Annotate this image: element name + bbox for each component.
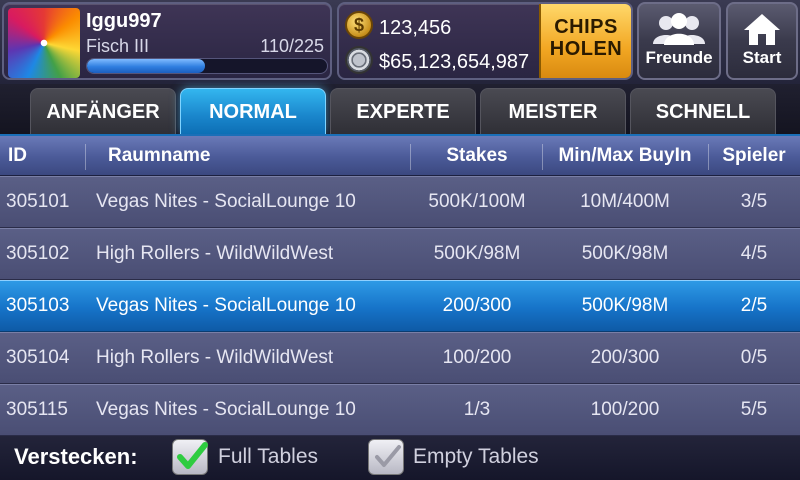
room-stakes: 200/300 xyxy=(442,295,512,316)
column-header-id[interactable]: ID xyxy=(8,136,27,176)
column-divider xyxy=(708,144,709,170)
column-header-stakes[interactable]: Stakes xyxy=(412,136,542,176)
hide-label: Verstecken: xyxy=(14,444,138,469)
room-players: 3/5 xyxy=(740,191,768,212)
filter-bar: Verstecken: Full Tables Empty Tables xyxy=(0,436,800,480)
room-players: 0/5 xyxy=(740,347,768,368)
room-buyin: 500K/98M xyxy=(581,243,669,264)
avatar[interactable] xyxy=(8,8,80,78)
room-stakes: 100/200 xyxy=(442,347,512,368)
tab-schnell[interactable]: SCHNELL xyxy=(630,88,776,134)
tab-meister[interactable]: MEISTER xyxy=(480,88,626,134)
empty-tables-checkbox[interactable] xyxy=(368,439,404,475)
empty-tables-label[interactable]: Empty Tables xyxy=(413,445,539,469)
column-header-buyin[interactable]: Min/Max BuyIn xyxy=(545,136,705,176)
column-divider xyxy=(410,144,411,170)
room-name: High Rollers - WildWildWest xyxy=(96,243,334,264)
get-chips-button[interactable]: CHIPS HOLEN xyxy=(539,4,631,78)
room-buyin: 100/200 xyxy=(590,399,660,420)
tab-anfaenger[interactable]: ANFÄNGER xyxy=(30,88,176,134)
friends-icon xyxy=(653,13,705,45)
coin-symbol: $ xyxy=(353,15,364,35)
poker-chip-icon xyxy=(345,46,373,74)
room-players: 2/5 xyxy=(740,295,768,316)
table-header: ID Raumname Stakes Min/Max BuyIn Spieler xyxy=(0,134,800,176)
tab-experte[interactable]: EXPERTE xyxy=(330,88,476,134)
room-name: Vegas Nites - SocialLounge 10 xyxy=(96,295,356,316)
room-name: High Rollers - WildWildWest xyxy=(96,347,334,368)
table-row-selected[interactable]: 305103 Vegas Nites - SocialLounge 10 200… xyxy=(0,280,800,332)
friends-button[interactable]: Freunde xyxy=(637,2,721,80)
room-stakes: 1/3 xyxy=(463,399,491,420)
xp-progress-bar xyxy=(86,58,328,74)
room-stakes: 500K/100M xyxy=(428,191,526,212)
top-bar: Iggu997 Fisch III 110/225 $ 123,456 $65,… xyxy=(0,0,800,84)
table-row[interactable]: 305101 Vegas Nites - SocialLounge 10 500… xyxy=(0,176,800,228)
column-header-players[interactable]: Spieler xyxy=(710,136,798,176)
checkmark-icon xyxy=(375,445,401,467)
start-button[interactable]: Start xyxy=(726,2,798,80)
get-chips-label-line2: HOLEN xyxy=(549,38,623,60)
room-name: Vegas Nites - SocialLounge 10 xyxy=(96,399,356,420)
table-row[interactable]: 305104 High Rollers - WildWildWest 100/2… xyxy=(0,332,800,384)
column-divider xyxy=(85,144,86,170)
column-header-room-name[interactable]: Raumname xyxy=(108,136,210,176)
room-stakes: 500K/98M xyxy=(433,243,521,264)
start-label: Start xyxy=(742,48,782,67)
room-buyin: 10M/400M xyxy=(580,191,670,212)
friends-label: Freunde xyxy=(645,48,713,67)
home-icon xyxy=(744,14,780,45)
username: Iggu997 xyxy=(86,10,162,32)
xp-text: 110/225 xyxy=(260,36,324,56)
cash-amount: $65,123,654,987 xyxy=(379,51,530,73)
room-players: 5/5 xyxy=(740,399,768,420)
room-list: 305101 Vegas Nites - SocialLounge 10 500… xyxy=(0,176,800,436)
room-buyin: 200/300 xyxy=(590,347,660,368)
room-id: 305104 xyxy=(6,347,70,368)
table-row[interactable]: 305115 Vegas Nites - SocialLounge 10 1/3… xyxy=(0,384,800,436)
gold-coin-icon: $ xyxy=(345,11,373,39)
tab-normal[interactable]: NORMAL xyxy=(180,88,326,134)
difficulty-tabs: ANFÄNGER NORMAL EXPERTE MEISTER SCHNELL xyxy=(0,84,800,134)
get-chips-label-line1: CHIPS xyxy=(554,16,618,38)
room-id: 305102 xyxy=(6,243,70,264)
full-tables-checkbox[interactable] xyxy=(172,439,208,475)
chips-amount: 123,456 xyxy=(379,17,452,39)
room-id: 305101 xyxy=(6,191,70,212)
full-tables-label[interactable]: Full Tables xyxy=(218,445,318,469)
column-divider xyxy=(542,144,543,170)
room-players: 4/5 xyxy=(740,243,768,264)
level-name: Fisch III xyxy=(86,36,150,56)
room-name: Vegas Nites - SocialLounge 10 xyxy=(96,191,356,212)
checkmark-icon xyxy=(177,442,208,469)
room-id: 305103 xyxy=(6,295,70,316)
table-row[interactable]: 305102 High Rollers - WildWildWest 500K/… xyxy=(0,228,800,280)
room-id: 305115 xyxy=(6,399,68,420)
xp-progress-fill xyxy=(87,59,205,73)
profile-panel[interactable]: Iggu997 Fisch III 110/225 xyxy=(2,2,332,80)
balance-panel: $ 123,456 $65,123,654,987 CHIPS HOLEN xyxy=(337,2,633,80)
room-buyin: 500K/98M xyxy=(581,295,669,316)
